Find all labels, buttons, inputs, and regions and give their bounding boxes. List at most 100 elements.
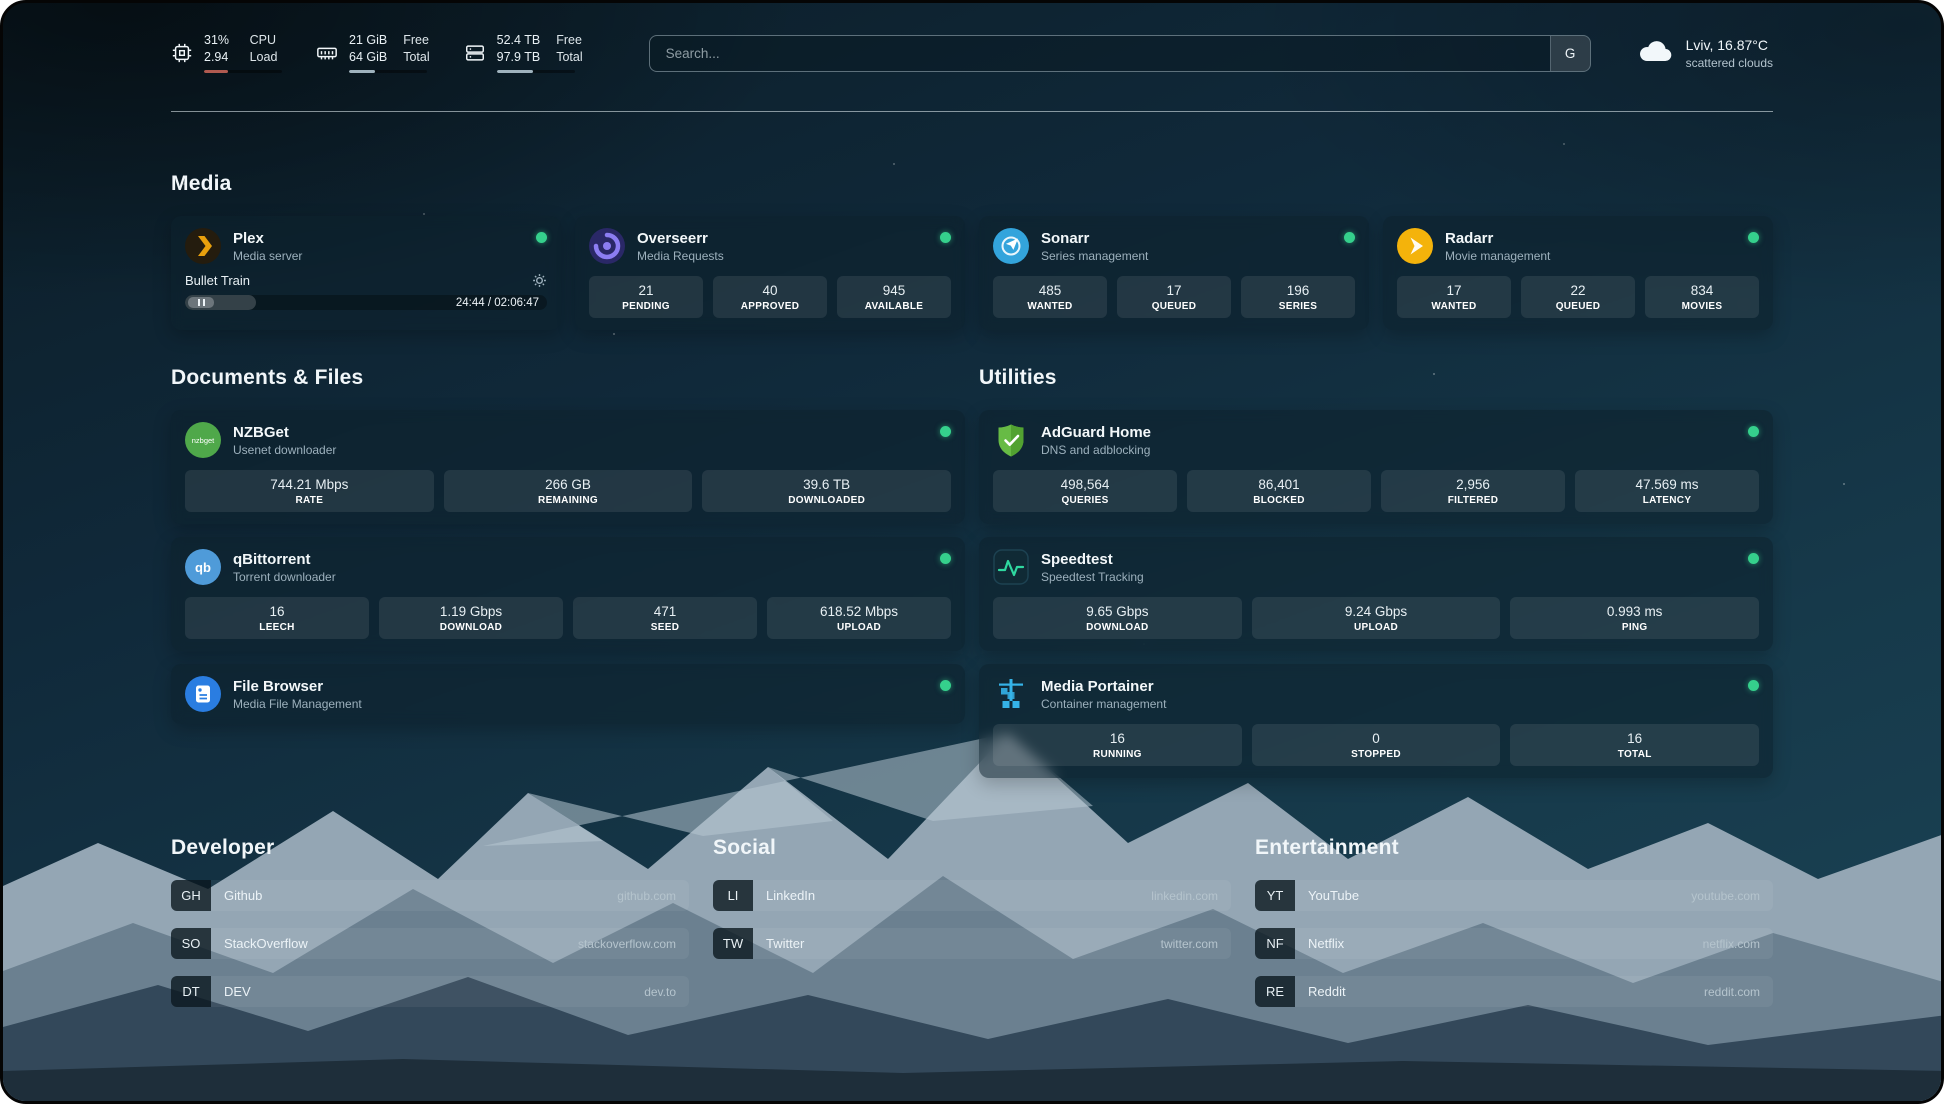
stat-tile: 945 AVAILABLE <box>837 276 951 318</box>
bookmark-abbr: RE <box>1255 976 1295 1007</box>
service-card-radarr[interactable]: Radarr Movie management 17 WANTED 22 QUE… <box>1383 216 1773 330</box>
bookmark-label: Netflix <box>1295 928 1344 959</box>
memory-total: 64 GiB <box>349 50 387 66</box>
disk-icon <box>464 42 486 64</box>
stat-tile: 22 QUEUED <box>1521 276 1635 318</box>
service-card-speedtest[interactable]: Speedtest Speedtest Tracking 9.65 Gbps D… <box>979 537 1773 651</box>
service-subtitle: Media server <box>233 249 302 263</box>
stat-tile: 618.52 Mbps UPLOAD <box>767 597 951 639</box>
bookmark-url: netflix.com <box>1703 928 1773 959</box>
cloud-icon <box>1637 36 1673 71</box>
bookmark-group-social: Social LI LinkedIn linkedin.com TW Twitt… <box>713 836 1231 1007</box>
cpu-usage-bar <box>204 70 282 73</box>
bookmark-dev[interactable]: DT DEV dev.to <box>171 976 689 1007</box>
stat-tile: 21 PENDING <box>589 276 703 318</box>
bookmark-abbr: GH <box>171 880 211 911</box>
pause-icon <box>198 299 205 306</box>
stat-tile: 86,401 BLOCKED <box>1187 470 1371 512</box>
section-utilities: Utilities <box>979 366 1773 778</box>
section-title-documents: Documents & Files <box>171 366 965 390</box>
service-name: NZBGet <box>233 424 336 441</box>
overseerr-icon <box>589 228 625 264</box>
service-card-sonarr[interactable]: Sonarr Series management 485 WANTED 17 Q… <box>979 216 1369 330</box>
service-name: AdGuard Home <box>1041 424 1151 441</box>
service-subtitle: Usenet downloader <box>233 443 336 457</box>
memory-usage-bar <box>349 70 427 73</box>
service-card-qbittorrent[interactable]: qb qBittorrent Torrent downloader 16 <box>171 537 965 651</box>
nzbget-icon: nzbget <box>185 422 221 458</box>
stat-tile: 0.993 ms PING <box>1510 597 1759 639</box>
stat-tile: 1.19 Gbps DOWNLOAD <box>379 597 563 639</box>
memory-label-bottom: Total <box>403 50 429 66</box>
cpu-label-bottom: Load <box>250 50 282 66</box>
gear-icon[interactable] <box>532 273 547 288</box>
cpu-load: 2.94 <box>204 50 234 66</box>
status-dot <box>940 553 951 564</box>
status-dot <box>1748 553 1759 564</box>
filebrowser-icon <box>185 676 221 712</box>
svg-text:qb: qb <box>195 560 211 575</box>
stat-tile: 485 WANTED <box>993 276 1107 318</box>
stat-tile: 40 APPROVED <box>713 276 827 318</box>
section-title-utilities: Utilities <box>979 366 1773 390</box>
memory-label-top: Free <box>403 33 429 49</box>
section-title-developer: Developer <box>171 836 689 860</box>
bookmark-url: stackoverflow.com <box>578 928 689 959</box>
stat-tile: 9.24 Gbps UPLOAD <box>1252 597 1501 639</box>
service-name: Plex <box>233 230 302 247</box>
service-name: Sonarr <box>1041 230 1148 247</box>
section-title-media: Media <box>171 172 1773 196</box>
disk-label-bottom: Total <box>556 50 582 66</box>
bookmark-linkedin[interactable]: LI LinkedIn linkedin.com <box>713 880 1231 911</box>
service-card-overseerr[interactable]: Overseerr Media Requests 21 PENDING 40 A… <box>575 216 965 330</box>
playback-time: 24:44 / 02:06:47 <box>456 295 539 310</box>
now-playing-title: Bullet Train <box>185 273 250 288</box>
search-bar[interactable]: G <box>649 35 1591 72</box>
playback-progress-bar[interactable]: 24:44 / 02:06:47 <box>185 295 547 310</box>
weather-location: Lviv, 16.87°C <box>1686 37 1773 53</box>
bookmark-url: youtube.com <box>1691 880 1773 911</box>
cpu-chip-icon <box>171 42 193 64</box>
stat-tile: 47.569 ms LATENCY <box>1575 470 1759 512</box>
status-dot <box>940 232 951 243</box>
search-provider-button[interactable]: G <box>1550 36 1590 71</box>
bookmark-youtube[interactable]: YT YouTube youtube.com <box>1255 880 1773 911</box>
service-card-nzbget[interactable]: nzbget NZBGet Usenet downloader 744.21 M… <box>171 410 965 524</box>
memory-free: 21 GiB <box>349 33 387 49</box>
bookmark-label: Github <box>211 880 262 911</box>
stat-tile: 0 STOPPED <box>1252 724 1501 766</box>
service-card-filebrowser[interactable]: File Browser Media File Management <box>171 664 965 724</box>
service-name: Media Portainer <box>1041 678 1166 695</box>
bookmark-label: StackOverflow <box>211 928 308 959</box>
stat-tile: 17 QUEUED <box>1117 276 1231 318</box>
service-subtitle: Container management <box>1041 697 1166 711</box>
memory-icon <box>316 42 338 64</box>
bookmark-abbr: YT <box>1255 880 1295 911</box>
bookmark-abbr: SO <box>171 928 211 959</box>
service-name: Overseerr <box>637 230 724 247</box>
service-name: File Browser <box>233 678 362 695</box>
bookmark-twitter[interactable]: TW Twitter twitter.com <box>713 928 1231 959</box>
service-card-portainer[interactable]: Media Portainer Container management 16 … <box>979 664 1773 778</box>
bookmark-url: linkedin.com <box>1151 880 1231 911</box>
adguard-shield-icon <box>993 422 1029 458</box>
bookmark-label: LinkedIn <box>753 880 815 911</box>
service-subtitle: Media File Management <box>233 697 362 711</box>
pause-button[interactable] <box>188 297 214 308</box>
service-subtitle: Media Requests <box>637 249 724 263</box>
search-input[interactable] <box>650 36 1550 71</box>
bookmark-reddit[interactable]: RE Reddit reddit.com <box>1255 976 1773 1007</box>
resource-widget-memory: 21 GiB Free 64 GiB Total <box>316 33 430 73</box>
service-subtitle: Movie management <box>1445 249 1550 263</box>
bookmark-netflix[interactable]: NF Netflix netflix.com <box>1255 928 1773 959</box>
stat-tile: 266 GB REMAINING <box>444 470 693 512</box>
bookmark-stackoverflow[interactable]: SO StackOverflow stackoverflow.com <box>171 928 689 959</box>
stat-tile: 39.6 TB DOWNLOADED <box>702 470 951 512</box>
bookmark-github[interactable]: GH Github github.com <box>171 880 689 911</box>
service-card-adguard[interactable]: AdGuard Home DNS and adblocking 498,564 … <box>979 410 1773 524</box>
service-name: Speedtest <box>1041 551 1144 568</box>
stat-tile: 196 SERIES <box>1241 276 1355 318</box>
service-subtitle: Series management <box>1041 249 1148 263</box>
service-card-plex[interactable]: Plex Media server Bullet Train <box>171 216 561 330</box>
section-documents: Documents & Files nzbget NZBGet Usenet d… <box>171 366 965 778</box>
